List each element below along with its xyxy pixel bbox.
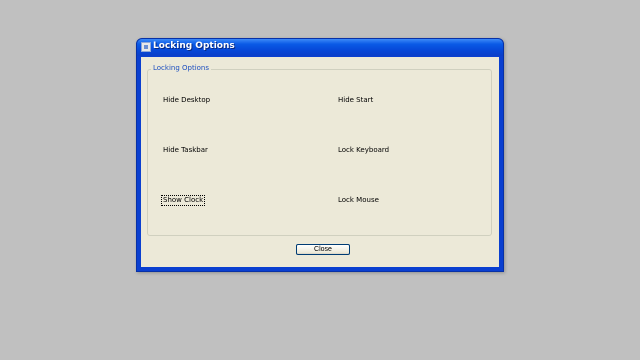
option-lock-keyboard[interactable]: Lock Keyboard xyxy=(337,146,390,155)
option-lock-mouse[interactable]: Lock Mouse xyxy=(337,196,380,205)
group-legend: Locking Options xyxy=(151,64,212,72)
locking-options-group: Locking Options Hide Desktop Hide Start … xyxy=(147,64,492,236)
title-bar[interactable]: Locking Options xyxy=(137,39,503,56)
close-button[interactable]: Close xyxy=(296,244,350,255)
option-hide-taskbar[interactable]: Hide Taskbar xyxy=(162,146,209,155)
desktop: Locking Options Locking Options Hide Des… xyxy=(0,0,640,360)
option-show-clock[interactable]: Show Clock xyxy=(160,195,206,206)
locking-options-dialog: Locking Options Locking Options Hide Des… xyxy=(136,38,504,272)
option-hide-desktop[interactable]: Hide Desktop xyxy=(162,96,211,105)
option-hide-start[interactable]: Hide Start xyxy=(337,96,374,105)
dialog-client-area: Locking Options Hide Desktop Hide Start … xyxy=(141,57,499,267)
window-title: Locking Options xyxy=(153,41,235,51)
app-window-icon xyxy=(141,42,151,52)
